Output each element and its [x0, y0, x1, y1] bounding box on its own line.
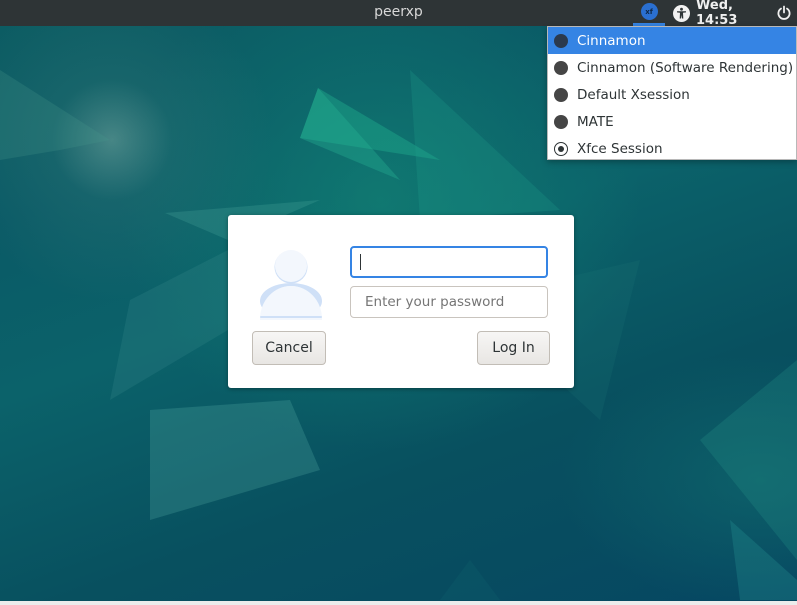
radio-icon	[554, 60, 568, 75]
password-input[interactable]	[350, 286, 548, 318]
session-item-label: Cinnamon (Software Rendering)	[577, 59, 794, 76]
session-item-mate[interactable]: MATE	[548, 108, 796, 135]
session-item-xfce[interactable]: Xfce Session	[548, 135, 796, 162]
login-dialog: Cancel Log In	[228, 215, 574, 388]
cancel-button[interactable]: Cancel	[252, 331, 326, 365]
radio-icon	[554, 87, 568, 102]
radio-icon	[554, 33, 568, 48]
top-panel: peerxp xf Wed, 14:53	[0, 0, 797, 28]
session-item-label: Xfce Session	[577, 140, 663, 157]
power-button[interactable]	[772, 0, 796, 26]
accessibility-icon	[672, 4, 690, 22]
wallpaper-shard	[700, 360, 797, 560]
power-icon	[777, 5, 791, 20]
text-cursor	[360, 254, 361, 270]
session-indicator-button[interactable]: xf	[633, 0, 665, 26]
session-icon-label: xf	[645, 7, 653, 16]
session-item-default-xsession[interactable]: Default Xsession	[548, 81, 796, 108]
screen-bottom-edge	[0, 601, 797, 605]
wallpaper-shard	[410, 70, 560, 220]
wallpaper-shard	[150, 400, 320, 520]
login-button[interactable]: Log In	[477, 331, 550, 365]
session-item-cinnamon-software[interactable]: Cinnamon (Software Rendering)	[548, 54, 796, 81]
username-input[interactable]	[350, 246, 548, 278]
wallpaper-shard	[110, 250, 228, 400]
radio-icon	[554, 114, 568, 129]
user-avatar-icon	[260, 250, 322, 320]
xfce-session-icon: xf	[640, 3, 658, 20]
clock[interactable]: Wed, 14:53	[696, 0, 770, 28]
session-item-label: Cinnamon	[577, 32, 646, 49]
wallpaper-shard	[0, 70, 110, 160]
wallpaper-shard	[440, 560, 500, 600]
session-item-cinnamon[interactable]: Cinnamon	[548, 27, 796, 54]
session-item-label: MATE	[577, 113, 614, 130]
session-item-label: Default Xsession	[577, 86, 690, 103]
accessibility-button[interactable]	[670, 0, 692, 26]
radio-checked-icon	[554, 141, 568, 156]
session-menu: Cinnamon Cinnamon (Software Rendering) D…	[547, 26, 797, 160]
